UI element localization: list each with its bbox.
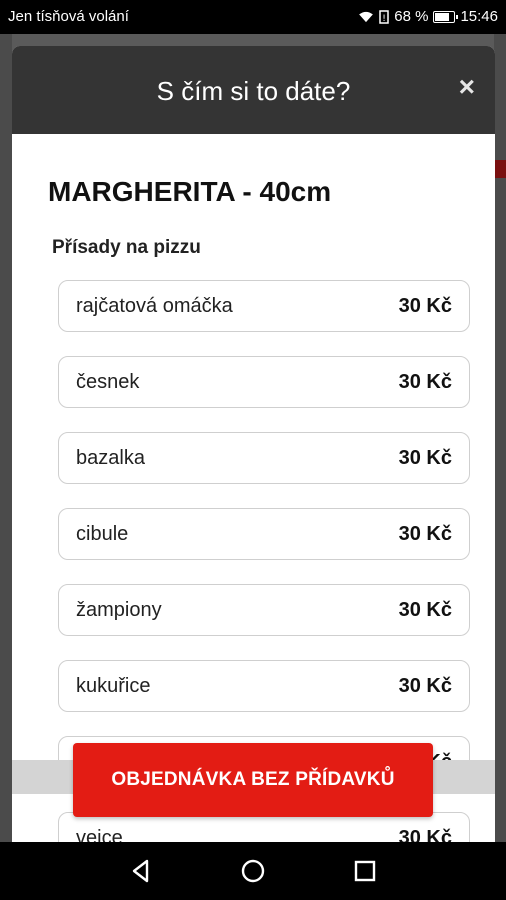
- modal-header: S čím si to dáte? ×: [12, 46, 495, 134]
- ingredient-item[interactable]: bazalka 30 Kč: [58, 432, 470, 484]
- ingredient-name: cibule: [76, 522, 129, 545]
- ingredient-item[interactable]: žampiony 30 Kč: [58, 584, 470, 636]
- ingredient-name: žampiony: [76, 598, 162, 621]
- section-label: Přísady na pizzu: [52, 237, 201, 258]
- ingredient-price: 30 Kč: [398, 370, 452, 393]
- ingredient-item[interactable]: cibule 30 Kč: [58, 508, 470, 560]
- ingredient-price: 30 Kč: [398, 598, 452, 621]
- ingredient-price: 30 Kč: [398, 522, 452, 545]
- ingredient-name: bazalka: [76, 446, 145, 469]
- status-icons: ! 68 % 15:46: [358, 8, 498, 25]
- ingredient-item[interactable]: kukuřice 30 Kč: [58, 660, 470, 712]
- ingredient-price: 30 Kč: [398, 446, 452, 469]
- close-icon[interactable]: ×: [459, 73, 475, 101]
- back-icon[interactable]: [126, 856, 156, 886]
- addons-modal: S čím si to dáte? × MARGHERITA - 40cm Př…: [12, 46, 495, 842]
- ingredient-price: 30 Kč: [398, 294, 452, 317]
- background-page-right: [494, 34, 506, 842]
- carrier-text: Jen tísňová volání: [8, 8, 129, 25]
- ingredient-item[interactable]: rajčatová omáčka 30 Kč: [58, 280, 470, 332]
- ingredient-name: česnek: [76, 370, 140, 393]
- recents-icon[interactable]: [350, 856, 380, 886]
- wifi-icon: [359, 11, 374, 22]
- status-bar: Jen tísňová volání ! 68 % 15:46: [0, 0, 506, 34]
- sim-icon: !: [379, 9, 389, 24]
- ingredient-item[interactable]: česnek 30 Kč: [58, 356, 470, 408]
- ingredient-name: vejce: [76, 826, 123, 843]
- navigation-bar: [0, 842, 506, 900]
- modal-title: S čím si to dáte?: [156, 76, 351, 106]
- ingredient-price: 30 Kč: [398, 826, 452, 843]
- ingredient-name: kukuřice: [76, 674, 151, 697]
- battery-percent: 68 %: [394, 8, 429, 25]
- order-without-addons-button[interactable]: OBJEDNÁVKA BEZ PŘÍDAVKŮ: [73, 743, 433, 817]
- ingredient-name: rajčatová omáčka: [76, 294, 233, 317]
- background-page-left: [0, 34, 12, 842]
- clock: 15:46: [460, 8, 498, 25]
- home-icon[interactable]: [238, 856, 268, 886]
- background-accent: [494, 160, 506, 178]
- battery-icon: [433, 10, 459, 23]
- svg-text:!: !: [382, 14, 386, 24]
- ingredient-price: 30 Kč: [398, 674, 452, 697]
- product-name: MARGHERITA - 40cm: [48, 176, 332, 207]
